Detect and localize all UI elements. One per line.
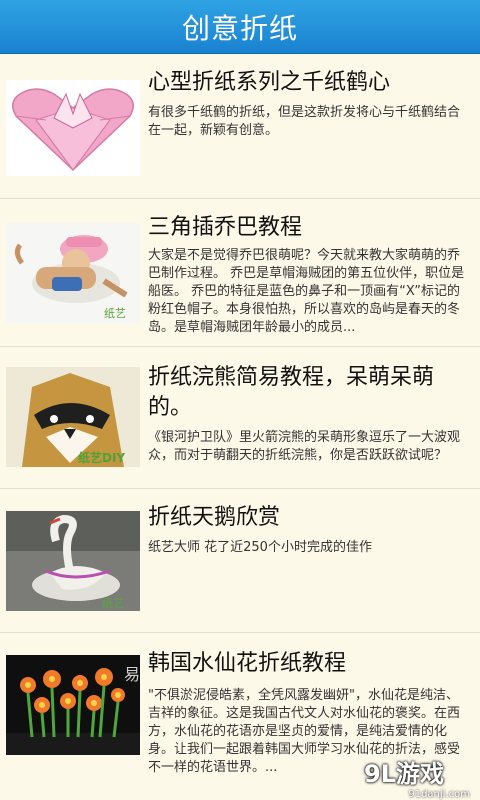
thumb-caption: 纸艺 (102, 597, 124, 610)
item-description: 有很多千纸鹤的折纸，但是这款折发将心与千纸鹤结合在一起，新颖有创意。 (148, 105, 461, 138)
site-watermark-logo: 9L游戏 91danji.com (364, 754, 476, 800)
item-description: 纸艺大师 花了近250个小时完成的佳作 (148, 540, 372, 555)
list-item[interactable]: 心型折纸系列之千纸鹤心 有很多千纸鹤的折纸，但是这款折发将心与千纸鹤结合在一起，… (0, 54, 480, 199)
app-header: 创意折纸 (0, 0, 480, 54)
item-title: 三角插乔巴教程 (148, 215, 303, 240)
narcissus-origami-image: 易 (6, 655, 140, 755)
item-title: 折纸浣熊简易教程，呆萌呆萌的。 (148, 365, 435, 420)
item-title: 折纸天鹅欣赏 (148, 505, 281, 530)
swan-origami-image: 纸艺 (6, 511, 140, 611)
paper-heart-crane-image (6, 80, 140, 176)
item-description: 大家是不是觉得乔巴很萌呢？今天就来教大家萌萌的乔巴制作过程。 乔巴是草帽海贼团的… (148, 248, 465, 335)
list-item[interactable]: 纸艺DIY 折纸浣熊简易教程，呆萌呆萌的。 《银河护卫队》里火箭浣熊的呆萌形象逗… (0, 347, 480, 489)
chopper-origami-image: 纸艺 (6, 223, 140, 323)
watermark-url: 91danji.com (408, 789, 470, 800)
thumb-caption: 易 (124, 665, 140, 684)
thumb-caption: 纸艺DIY (78, 451, 126, 465)
watermark-main: 9L游戏 (364, 760, 444, 788)
list-item[interactable]: 纸艺 三角插乔巴教程 大家是不是觉得乔巴很萌呢？今天就来教大家萌萌的乔巴制作过程… (0, 199, 480, 347)
raccoon-origami-image: 纸艺DIY (6, 367, 140, 467)
item-title: 心型折纸系列之千纸鹤心 (148, 70, 391, 95)
item-description: 《银河护卫队》里火箭浣熊的呆萌形象逗乐了一大波观众，而对于萌翻天的折纸浣熊，你是… (148, 430, 461, 463)
list-item[interactable]: 纸艺 折纸天鹅欣赏 纸艺大师 花了近250个小时完成的佳作 (0, 489, 480, 633)
thumb-caption: 纸艺 (104, 307, 126, 320)
page-title: 创意折纸 (181, 11, 298, 45)
item-title: 韩国水仙花折纸教程 (148, 651, 347, 676)
